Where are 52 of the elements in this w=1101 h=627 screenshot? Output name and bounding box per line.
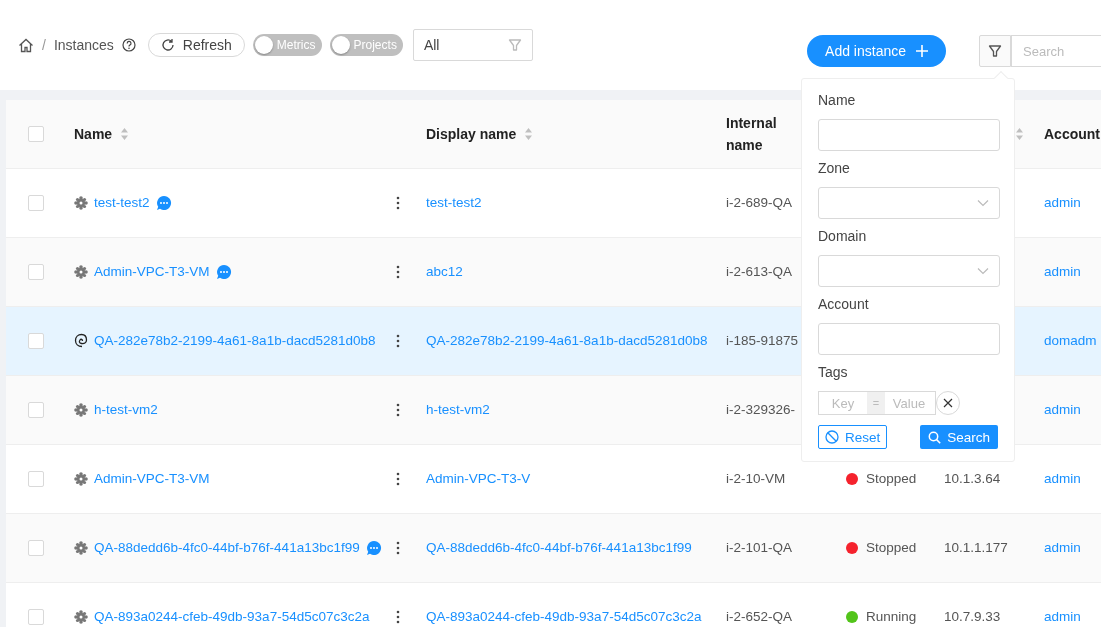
column-header: Display name — [426, 125, 517, 144]
status-text: Running — [866, 608, 917, 626]
instance-link[interactable]: Admin-VPC-T3-VM — [94, 261, 210, 283]
instance-link[interactable]: QA-893a0244-cfeb-49db-93a7-54d5c07c3c2a — [94, 606, 370, 627]
field-label: Name — [818, 91, 857, 110]
search-button[interactable]: Search — [920, 425, 998, 449]
field-label: Tags — [818, 363, 849, 382]
display-name-link[interactable]: Admin-VPC-T3-V — [426, 471, 531, 486]
search-field[interactable]: Search — [1011, 35, 1101, 67]
account-link[interactable]: admin — [1044, 609, 1081, 624]
account-link[interactable]: admin — [1044, 264, 1081, 279]
equals-sign: = — [867, 392, 885, 414]
instance-link[interactable]: test-test2 — [94, 192, 150, 214]
internal-name: i-2-10-VM — [726, 471, 786, 486]
ip-address: 10.7.9.33 — [944, 609, 1001, 624]
account-link[interactable]: admin — [1044, 471, 1081, 486]
reset-button[interactable]: Reset — [818, 425, 888, 449]
account-link[interactable]: admin — [1044, 195, 1081, 210]
internal-name: i-2-613-QA — [726, 264, 793, 279]
breadcrumb-item: Instances — [53, 37, 114, 53]
breadcrumb-separator: / — [42, 37, 46, 53]
column-header: Account — [1044, 125, 1100, 144]
internal-name: i-185-91875 — [726, 333, 799, 348]
display-name-link[interactable]: QA-893a0244-cfeb-49db-93a7-54d5c07c3c2a — [426, 609, 702, 624]
internal-name: i-2-101-QA — [726, 540, 793, 555]
account-link[interactable]: admin — [1044, 402, 1081, 417]
display-name-link[interactable]: abc12 — [426, 264, 463, 279]
field-label: Account — [818, 295, 870, 314]
ip-address: 10.1.1.177 — [944, 540, 1008, 555]
account-link[interactable]: admin — [1044, 540, 1081, 555]
account-link[interactable]: domadm — [1044, 333, 1097, 348]
toggle-switch[interactable]: Projects — [329, 34, 403, 56]
ip-address: 10.1.3.64 — [944, 471, 1001, 486]
tag-field[interactable]: Key = Value — [818, 391, 936, 415]
display-name-link[interactable]: test-test2 — [426, 195, 482, 210]
internal-name: i-2-652-QA — [726, 609, 793, 624]
instance-link[interactable]: Admin-VPC-T3-VM — [94, 468, 210, 490]
internal-name: i-2-689-QA — [726, 195, 793, 210]
filter-select[interactable]: All — [412, 29, 533, 61]
toggle-switch[interactable]: Metrics — [252, 34, 322, 56]
display-name-link[interactable]: h-test-vm2 — [426, 402, 490, 417]
status-text: Stopped — [866, 470, 917, 488]
display-name-link[interactable]: QA-88dedd6b-4fc0-44bf-b76f-441a13bc1f99 — [426, 540, 692, 555]
field-label: Zone — [818, 159, 851, 178]
field-label: Domain — [818, 227, 868, 246]
internal-name: i-2-329326- — [726, 402, 796, 417]
column-header: Internal name — [726, 114, 778, 155]
column-header: Name — [74, 125, 113, 144]
instance-link[interactable]: h-test-vm2 — [94, 399, 158, 421]
refresh-button[interactable]: Refresh — [147, 33, 245, 57]
add-instance-button[interactable]: Add instance — [807, 35, 946, 67]
status-text: Stopped — [866, 539, 917, 557]
